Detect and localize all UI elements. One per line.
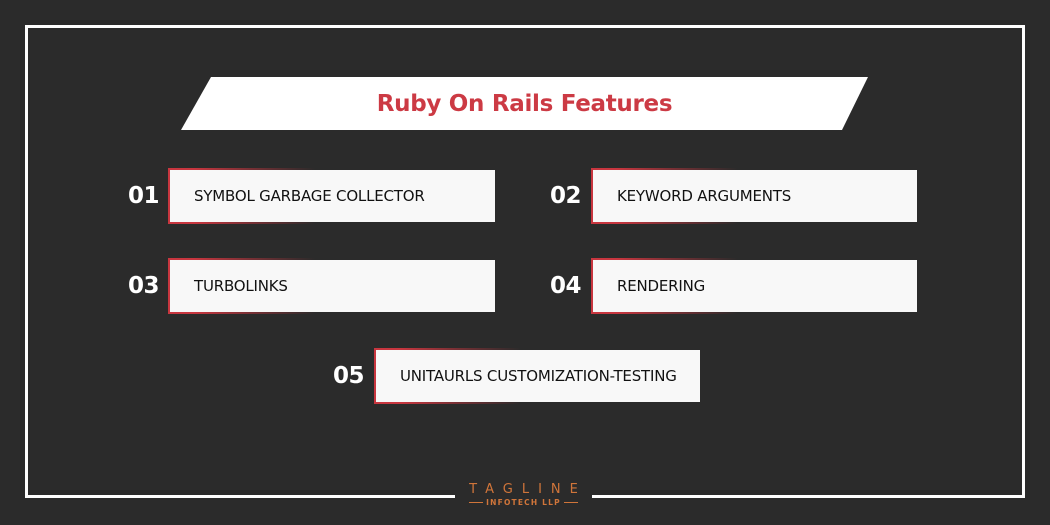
feature-number: 05 <box>333 363 365 389</box>
logo-subtitle-row: INFOTECH LLP <box>469 498 578 507</box>
feature-box: SYMBOL GARBAGE COLLECTOR <box>168 168 495 224</box>
page-title: Ruby On Rails Features <box>376 90 673 117</box>
feature-label: KEYWORD ARGUMENTS <box>617 187 792 205</box>
feature-box: KEYWORD ARGUMENTS <box>591 168 917 224</box>
feature-number: 01 <box>128 183 160 209</box>
company-logo: TAGLINE INFOTECH LLP <box>455 480 592 510</box>
feature-label: UNITAURLS CUSTOMIZATION-TESTING <box>400 367 677 385</box>
divider <box>469 502 484 503</box>
feature-box: TURBOLINKS <box>168 258 495 314</box>
feature-box: UNITAURLS CUSTOMIZATION-TESTING <box>374 348 700 404</box>
divider <box>563 502 578 503</box>
feature-number: 03 <box>128 273 160 299</box>
logo-name: TAGLINE <box>469 482 587 497</box>
feature-number: 04 <box>550 273 582 299</box>
title-banner: Ruby On Rails Features <box>181 77 868 130</box>
feature-label: SYMBOL GARBAGE COLLECTOR <box>194 187 425 205</box>
feature-number: 02 <box>550 183 582 209</box>
logo-subtitle: INFOTECH LLP <box>486 498 561 507</box>
feature-box: RENDERING <box>591 258 917 314</box>
feature-label: TURBOLINKS <box>194 277 288 295</box>
feature-label: RENDERING <box>617 277 706 295</box>
